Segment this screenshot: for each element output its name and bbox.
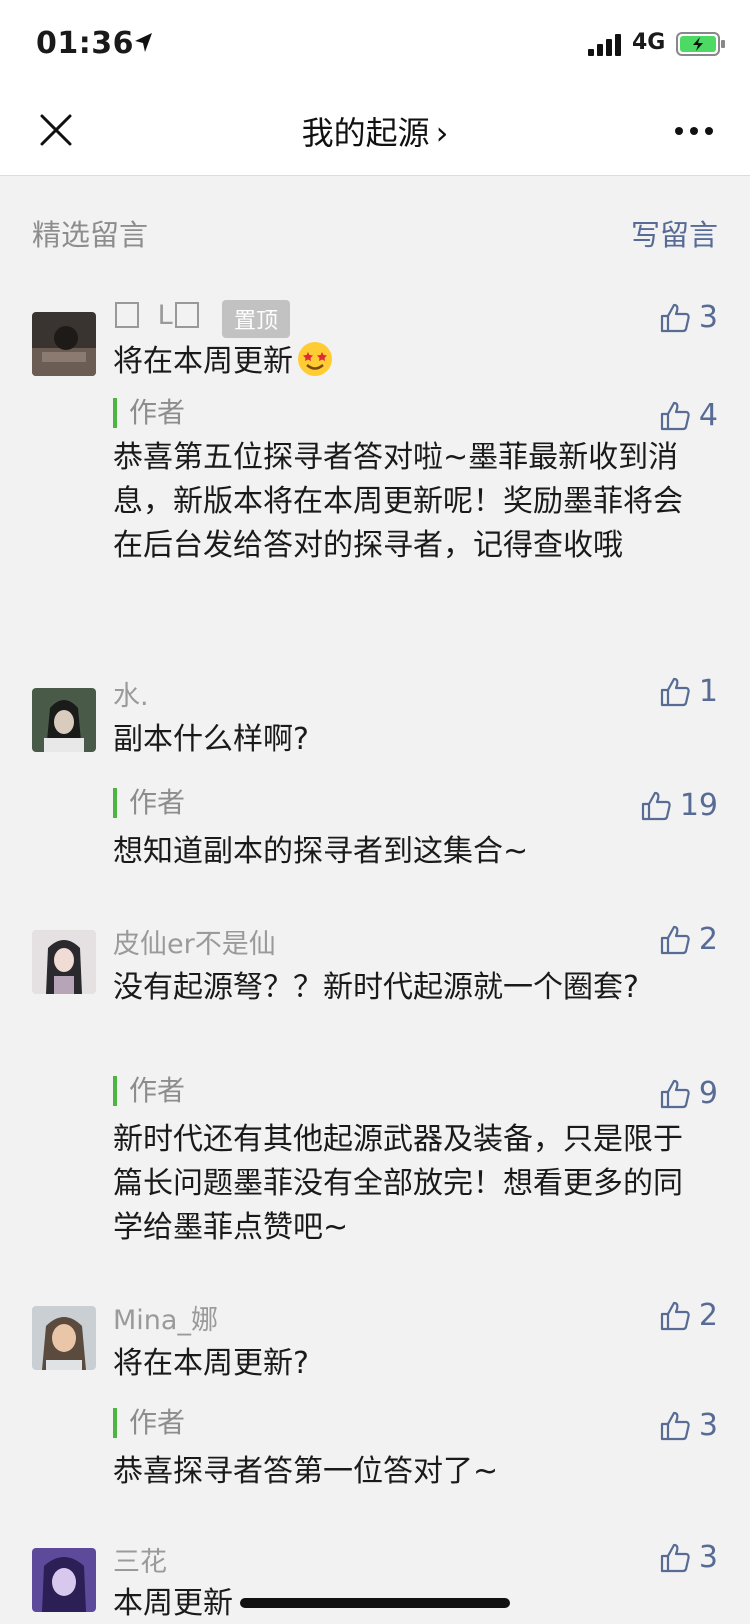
thumbs-up-icon xyxy=(660,1543,690,1572)
like-count: 2 xyxy=(698,922,718,957)
thumbs-up-icon xyxy=(660,1411,690,1440)
top-bar: 01:36 4G 我的起源 › xyxy=(0,0,750,176)
more-icon[interactable] xyxy=(674,126,714,136)
location-arrow-icon xyxy=(135,33,152,52)
reply-like-button[interactable]: 19 xyxy=(640,788,718,823)
star-struck-emoji-icon xyxy=(298,342,332,376)
comment-like-button[interactable]: 3 xyxy=(659,1540,718,1575)
reply-like-button[interactable]: 3 xyxy=(659,1408,718,1443)
section-title: 精选留言 xyxy=(32,218,149,252)
comment-nickname: L xyxy=(113,300,201,331)
author-reply-text: 恭喜第五位探寻者答对啦~墨菲最新收到消息，新版本将在本周更新呢！奖励墨菲将会在后… xyxy=(113,440,683,563)
like-count: 9 xyxy=(698,1076,718,1111)
comment-item: 皮仙er不是仙 2 没有起源弩？？新时代起源就一个圈套? 作者 9 新时代还有其… xyxy=(0,922,750,1250)
thumbs-up-icon xyxy=(660,303,690,332)
network-type: 4G xyxy=(632,30,666,55)
comment-text: 将在本周更新? xyxy=(113,1346,309,1381)
home-indicator[interactable] xyxy=(240,1598,510,1608)
status-bar: 01:36 4G xyxy=(0,0,750,88)
like-count: 3 xyxy=(698,300,718,335)
thumbs-up-icon xyxy=(660,925,690,954)
like-count: 19 xyxy=(679,788,718,823)
author-reply-text: 想知道副本的探寻者到这集合~ xyxy=(113,834,529,869)
comment-item: L 置顶 3 将在本周更新 作者 4 恭喜第五位探寻者答对啦~墨菲最新收到消息，… xyxy=(0,300,750,620)
status-time: 01:36 xyxy=(36,26,134,61)
battery-charging-icon xyxy=(676,32,725,56)
nickname-text: L xyxy=(157,300,173,331)
page-title[interactable]: 我的起源 › xyxy=(0,108,750,154)
comment-nickname: 三花 xyxy=(113,1547,167,1578)
reply-like-button[interactable]: 4 xyxy=(659,398,718,433)
chevron-right-icon: › xyxy=(435,114,449,152)
comment-text: 副本什么样啊? xyxy=(113,722,309,757)
like-count: 3 xyxy=(698,1540,718,1575)
avatar[interactable] xyxy=(32,1548,96,1612)
author-reply-label: 作者 xyxy=(113,398,185,428)
author-reply-text: 新时代还有其他起源武器及装备，只是限于篇长问题墨菲没有全部放完！想看更多的同学给… xyxy=(113,1122,683,1245)
comment-like-button[interactable]: 2 xyxy=(659,1298,718,1333)
avatar[interactable] xyxy=(32,312,96,376)
author-reply-text: 恭喜探寻者答第一位答对了~ xyxy=(113,1454,499,1489)
comment-nickname: 皮仙er不是仙 xyxy=(113,929,276,960)
comment-like-button[interactable]: 3 xyxy=(659,300,718,335)
thumbs-up-icon xyxy=(660,401,690,430)
comment-item: 水. 1 副本什么样啊? 作者 19 想知道副本的探寻者到这集合~ xyxy=(0,674,750,884)
thumbs-up-icon xyxy=(660,677,690,706)
thumbs-up-icon xyxy=(641,791,671,820)
avatar[interactable] xyxy=(32,688,96,752)
comment-nickname: Mina_娜 xyxy=(113,1305,218,1336)
page-title-text: 我的起源 xyxy=(301,114,430,152)
comment-item: Mina_娜 2 将在本周更新? 作者 3 恭喜探寻者答第一位答对了~ xyxy=(0,1298,750,1496)
write-comment-link[interactable]: 写留言 xyxy=(631,212,718,254)
like-count: 3 xyxy=(698,1408,718,1443)
reply-like-button[interactable]: 9 xyxy=(659,1076,718,1111)
comment-text: 将在本周更新 xyxy=(113,340,686,384)
comment-like-button[interactable]: 2 xyxy=(659,922,718,957)
comments-section-header: 精选留言 写留言 xyxy=(32,212,718,252)
author-reply-label: 作者 xyxy=(113,1408,185,1438)
like-count: 1 xyxy=(698,674,718,709)
author-reply-label: 作者 xyxy=(113,788,185,818)
like-count: 4 xyxy=(698,398,718,433)
cellular-signal-icon xyxy=(588,34,621,56)
comment-text-content: 将在本周更新 xyxy=(113,344,293,379)
avatar[interactable] xyxy=(32,1306,96,1370)
comment-like-button[interactable]: 1 xyxy=(659,674,718,709)
missing-glyph-box xyxy=(115,302,139,328)
comment-nickname: 水. xyxy=(113,681,149,712)
comment-text: 没有起源弩？？新时代起源就一个圈套? xyxy=(113,970,639,1005)
missing-glyph-box xyxy=(174,302,199,328)
comment-item: 三花 3 本周更新 xyxy=(0,1540,750,1624)
like-count: 2 xyxy=(698,1298,718,1333)
thumbs-up-icon xyxy=(660,1301,690,1330)
thumbs-up-icon xyxy=(660,1079,690,1108)
avatar[interactable] xyxy=(32,930,96,994)
pinned-badge: 置顶 xyxy=(222,300,291,338)
author-reply-label: 作者 xyxy=(113,1076,185,1106)
